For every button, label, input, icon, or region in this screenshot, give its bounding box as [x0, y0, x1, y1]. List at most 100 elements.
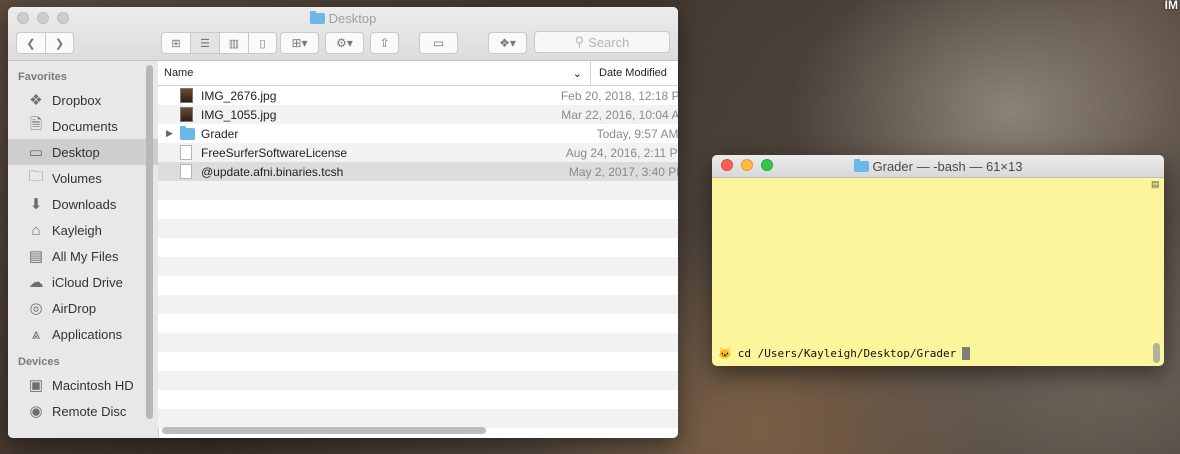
empty-row [158, 314, 678, 333]
gallery-view-button[interactable]: ▯ [248, 32, 277, 54]
terminal-command: cd /Users/Kayleigh/Desktop/Grader [737, 347, 957, 360]
chevron-right-icon: ❯ [54, 37, 65, 50]
file-row-img-1055[interactable]: IMG_1055.jpg Mar 22, 2016, 10:04 AM [158, 105, 678, 124]
empty-row [158, 181, 678, 200]
empty-row [158, 371, 678, 390]
folder-icon [853, 159, 869, 172]
file-list: Name ⌄ Date Modified IMG_2676.jpg Feb 20… [158, 61, 678, 438]
grid-icon: ⊞ [171, 37, 181, 50]
folder-icon [309, 11, 325, 24]
terminal-titlebar: Grader — -bash — 61×13 [712, 155, 1164, 178]
sidebar-item-airdrop[interactable]: ◎ AirDrop [8, 295, 158, 321]
column-view-button[interactable]: ▥ [219, 32, 248, 54]
sidebar-item-icloud-drive[interactable]: ☁ iCloud Drive [8, 269, 158, 295]
home-icon: ⌂ [31, 221, 41, 239]
folder-icon [180, 125, 195, 140]
sidebar-item-all-my-files[interactable]: ▤ All My Files [8, 243, 158, 269]
chevron-left-icon: ❮ [26, 37, 36, 50]
file-rows: IMG_2676.jpg Feb 20, 2018, 12:18 PM IMG_… [158, 86, 678, 428]
tag-icon: ▭ [432, 36, 445, 50]
downloads-icon: ⬇ [29, 196, 43, 213]
folder-icon: 🗀 [28, 167, 44, 185]
sidebar-item-downloads[interactable]: ⬇ Downloads [8, 191, 158, 217]
desktop-corner-label: IM [1164, 0, 1178, 12]
empty-row [158, 276, 678, 295]
empty-row [158, 295, 678, 314]
sidebar-item-macintosh-hd[interactable]: ▣ Macintosh HD [8, 372, 158, 398]
cat-prompt-icon: 🐱 [718, 347, 732, 360]
arrange-button[interactable]: ⊞▾ [280, 32, 319, 54]
file-row-img-2676[interactable]: IMG_2676.jpg Feb 20, 2018, 12:18 PM [158, 86, 678, 105]
terminal-window: Grader — -bash — 61×13 ▤ 🐱 cd /Users/Kay… [712, 155, 1164, 366]
cloud-icon: ☁ [28, 274, 44, 291]
file-row-freesurfer-license[interactable]: FreeSurferSoftwareLicense Aug 24, 2016, … [158, 143, 678, 162]
tags-button[interactable]: ▭ [419, 32, 458, 54]
text-cursor [962, 347, 971, 360]
list-view-button[interactable]: ☰ [190, 32, 219, 54]
share-icon: ⇧ [379, 36, 390, 50]
forward-button[interactable]: ❯ [45, 32, 74, 54]
action-button[interactable]: ⚙▾ [325, 32, 364, 54]
desktop-icon: ▭ [28, 144, 44, 161]
all-files-icon: ▤ [28, 248, 44, 265]
column-headers: Name ⌄ Date Modified [158, 61, 678, 86]
finder-window: Desktop ❮ ❯ ⊞ ☰ ▥ ▯ ⊞▾ ⚙▾ ⇧ ▭ ❖▾ ⚲ Searc… [8, 7, 678, 438]
disc-icon: ◉ [29, 403, 43, 420]
empty-row [158, 390, 678, 409]
split-pane-icon[interactable]: ▤ [1151, 179, 1160, 189]
disclosure-triangle-icon[interactable]: ▶ [166, 128, 180, 139]
dropbox-icon: ❖ [29, 92, 43, 109]
cover-flow-icon: ▯ [259, 37, 266, 50]
sidebar-item-remote-disc[interactable]: ◉ Remote Disc [8, 398, 158, 424]
empty-row [158, 200, 678, 219]
search-field[interactable]: ⚲ Search [534, 31, 670, 53]
window-title: Desktop [8, 11, 678, 26]
sidebar-item-dropbox[interactable]: ❖ Dropbox [8, 87, 158, 113]
hard-drive-icon: ▣ [28, 377, 44, 394]
horizontal-scrollbar[interactable] [162, 427, 486, 434]
sidebar-scrollbar[interactable] [146, 65, 153, 419]
empty-row [158, 219, 678, 238]
columns-icon: ▥ [228, 37, 240, 50]
applications-icon: ⩓ [31, 325, 41, 343]
sidebar-header-favorites: Favorites [18, 71, 67, 83]
sidebar-item-applications[interactable]: ⩓ Applications [8, 321, 158, 347]
column-header-date-modified[interactable]: Date Modified [591, 61, 667, 85]
navigation-buttons: ❮ ❯ [16, 32, 74, 54]
airdrop-icon: ◎ [29, 300, 43, 317]
sidebar-item-desktop[interactable]: ▭ Desktop [8, 139, 158, 165]
sidebar: Favorites ❖ Dropbox 🗎 Documents ▭ Deskto… [8, 61, 159, 438]
arrange-icon: ⊞▾ [291, 36, 308, 50]
empty-row [158, 409, 678, 428]
image-file-icon [180, 107, 193, 122]
sidebar-item-documents[interactable]: 🗎 Documents [8, 113, 158, 139]
terminal-prompt-line[interactable]: 🐱 cd /Users/Kayleigh/Desktop/Grader [718, 347, 971, 360]
empty-row [158, 352, 678, 371]
back-button[interactable]: ❮ [16, 32, 45, 54]
window-title: Grader — -bash — 61×13 [712, 159, 1164, 174]
column-header-name[interactable]: Name ⌄ [158, 61, 591, 85]
finder-toolbar: Desktop ❮ ❯ ⊞ ☰ ▥ ▯ ⊞▾ ⚙▾ ⇧ ▭ ❖▾ ⚲ Searc… [8, 7, 678, 61]
sidebar-header-devices: Devices [18, 356, 60, 368]
dropbox-icon: ❖▾ [499, 36, 516, 50]
list-icon: ☰ [200, 37, 210, 50]
image-file-icon [180, 88, 193, 103]
empty-row [158, 333, 678, 352]
chevron-down-icon: ⌄ [572, 67, 582, 80]
document-file-icon [180, 164, 192, 179]
icon-view-button[interactable]: ⊞ [161, 32, 190, 54]
terminal-scrollbar[interactable] [1153, 343, 1160, 363]
empty-row [158, 238, 678, 257]
view-mode-buttons: ⊞ ☰ ▥ ▯ [161, 32, 277, 54]
gear-icon: ⚙▾ [336, 36, 353, 50]
dropbox-button[interactable]: ❖▾ [488, 32, 527, 54]
empty-row [158, 257, 678, 276]
document-file-icon [180, 145, 192, 160]
sidebar-item-kayleigh[interactable]: ⌂ Kayleigh [8, 217, 158, 243]
search-icon: ⚲ [574, 34, 585, 49]
file-row-grader[interactable]: ▶ Grader Today, 9:57 AM [158, 124, 678, 143]
sidebar-item-volumes[interactable]: 🗀 Volumes [8, 165, 158, 191]
file-row-update-afni[interactable]: @update.afni.binaries.tcsh May 2, 2017, … [158, 162, 678, 181]
share-button[interactable]: ⇧ [370, 32, 399, 54]
documents-icon: 🗎 [29, 115, 43, 133]
